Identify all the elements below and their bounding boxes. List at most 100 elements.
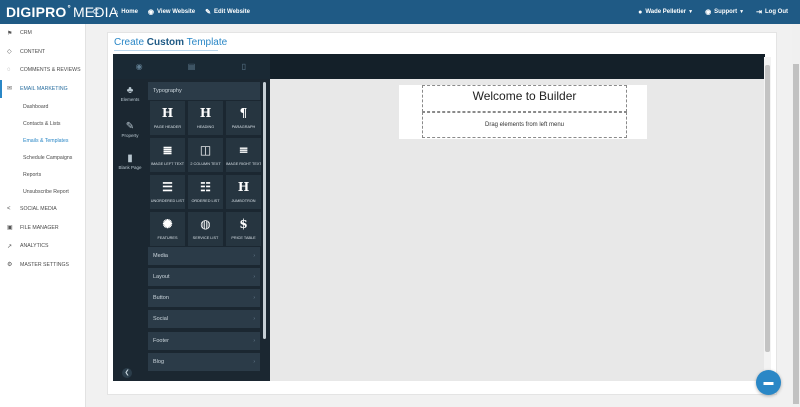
tile-label: ORDERED LIST xyxy=(191,199,220,203)
mobile-view-icon[interactable]: ▯ xyxy=(218,62,270,71)
sidebar-sub-unsubscribe-report[interactable]: Unsubscribe Report xyxy=(0,183,85,200)
sidebar-item-label: MASTER SETTINGS xyxy=(20,261,69,268)
tile-label: UNORDERED LIST xyxy=(150,199,185,203)
chevron-right-icon: › xyxy=(253,359,255,365)
heading-h-icon: H xyxy=(237,180,250,194)
section-label: Typography xyxy=(153,88,182,94)
brand-mark: ° xyxy=(67,4,71,13)
gear-icon: ⚙ xyxy=(7,262,13,269)
tile-heading[interactable]: H HEADING xyxy=(188,101,223,135)
tile-image-left-text[interactable]: ≣ IMAGE LEFT TEXT xyxy=(150,138,185,172)
edit-icon: ✎ xyxy=(205,9,212,16)
sidebar-item-label: FILE MANAGER xyxy=(20,224,59,231)
page-title-bold: Custom xyxy=(146,37,185,48)
chevron-right-icon: › xyxy=(253,274,255,280)
sidebar-sub-contacts-lists[interactable]: Contacts & Lists xyxy=(0,115,85,132)
diamond-icon: ◇ xyxy=(7,49,12,56)
sidebar-sub-reports[interactable]: Reports xyxy=(0,166,85,183)
tile-label: PARAGRAPH xyxy=(231,125,256,129)
tile-image-right-text[interactable]: ≡ IMAGE RIGHT TEXT xyxy=(226,138,261,172)
sidebar-item-file-manager[interactable]: ▣ FILE MANAGER xyxy=(0,219,85,238)
tile-unordered-list[interactable]: ☰ UNORDERED LIST xyxy=(150,175,185,209)
tile-features[interactable]: ✺ FEATURES xyxy=(150,212,185,246)
template-panel: Create Custom Template ◉ ▤ ▯ ♣ Elements … xyxy=(107,32,777,395)
canvas-heading-block[interactable]: Welcome to Builder xyxy=(422,85,627,112)
sidebar-item-analytics[interactable]: ↗ ANALYTICS xyxy=(0,237,85,256)
main-area: Create Custom Template ◉ ▤ ▯ ♣ Elements … xyxy=(90,24,790,407)
chat-icon: ▬ xyxy=(763,377,774,388)
chevron-right-icon: › xyxy=(253,338,255,344)
sidebar-sub-emails-templates[interactable]: Emails & Templates xyxy=(0,132,85,149)
sidebar-item-label: EMAIL MARKETING xyxy=(20,85,68,92)
title-underline xyxy=(114,50,218,51)
chat-button[interactable]: ▬ xyxy=(756,370,781,395)
builder-scrollbar-thumb[interactable] xyxy=(765,65,770,352)
nav-home-link[interactable]: ⌂ Home xyxy=(114,9,138,16)
tile-ordered-list[interactable]: ☷ ORDERED LIST xyxy=(188,175,223,209)
home-icon: ⌂ xyxy=(114,8,119,16)
section-social[interactable]: Social › xyxy=(148,310,260,328)
nav-edit-website-link[interactable]: ✎ Edit Website xyxy=(205,8,250,16)
sidebar-item-social-media[interactable]: < SOCIAL MEDIA xyxy=(0,200,85,219)
email-canvas[interactable]: Welcome to Builder Drag elements from le… xyxy=(399,85,647,139)
page-scrollbar-thumb[interactable] xyxy=(793,64,799,404)
lifebuoy-icon: ◍ xyxy=(200,217,211,231)
heading-h-icon: H xyxy=(161,106,174,120)
elements-list: Typography H PAGE HEADER H HEADING ¶ PARAGR… xyxy=(148,79,262,381)
section-footer[interactable]: Footer › xyxy=(148,332,260,350)
sidebar-item-crm[interactable]: ⚑ CRM xyxy=(0,24,85,43)
support-menu[interactable]: ◉ Support ▼ xyxy=(705,8,744,16)
user-menu[interactable]: ● Wade Pelletier ▼ xyxy=(638,9,693,16)
section-media[interactable]: Media › xyxy=(148,247,260,265)
support-label: Support xyxy=(714,9,738,15)
nav-view-website-label: View Website xyxy=(157,9,196,15)
section-blog[interactable]: Blog › xyxy=(148,353,260,371)
logout-link[interactable]: ⇥ Log Out xyxy=(756,8,788,16)
chevron-right-icon: › xyxy=(253,295,255,301)
sidebar-item-master-settings[interactable]: ⚙ MASTER SETTINGS xyxy=(0,256,85,275)
sidebar-sub-schedule-campaigns[interactable]: Schedule Campaigns xyxy=(0,149,85,166)
section-layout[interactable]: Layout › xyxy=(148,268,260,286)
collapse-panel-icon[interactable]: ❮ xyxy=(122,368,132,378)
rail-property[interactable]: ✎ Property xyxy=(113,121,147,138)
list-ol-icon: ☷ xyxy=(200,180,211,194)
elements-icon: ♣ xyxy=(126,85,134,96)
align-left-icon: ≣ xyxy=(162,143,173,157)
pencil-icon: ✎ xyxy=(125,121,135,132)
collapse-sidebar-icon[interactable]: « xyxy=(92,3,99,18)
rail-label: Property xyxy=(121,133,139,138)
tile-paragraph[interactable]: ¶ PARAGRAPH xyxy=(226,101,261,135)
section-label: Blog xyxy=(153,359,165,365)
sidebar: ⚑ CRM ◇ CONTENT ◌ COMMENTS & REVIEWS ✉ E… xyxy=(0,24,86,407)
tile-price-table[interactable]: $ PRICE TABLE xyxy=(226,212,261,246)
tile-2-column-text[interactable]: ◫ 2 COLUMN TEXT xyxy=(188,138,223,172)
panel-scrollbar[interactable] xyxy=(263,82,266,339)
canvas-drop-zone[interactable]: Drag elements from left menu xyxy=(422,112,627,138)
rail-blank-page[interactable]: ▮ Blank Page xyxy=(113,153,147,170)
sidebar-item-content[interactable]: ◇ CONTENT xyxy=(0,43,85,62)
chevron-down-icon: ▼ xyxy=(688,9,694,15)
nav-view-website-link[interactable]: ◉ View Website xyxy=(148,8,195,16)
page-icon: ▮ xyxy=(127,153,133,164)
rail-label: Blank Page xyxy=(118,165,142,170)
sidebar-item-label: CONTENT xyxy=(20,48,46,55)
section-typography[interactable]: Typography xyxy=(148,82,260,100)
sidebar-sub-dashboard[interactable]: Dashboard xyxy=(0,98,85,115)
save-icon[interactable]: ▤ xyxy=(165,62,217,71)
tile-jumbotron[interactable]: H JUMBOTRON xyxy=(226,175,261,209)
sidebar-item-email-marketing[interactable]: ✉ EMAIL MARKETING xyxy=(0,79,85,98)
logo[interactable]: DIGIPRO° MEDIA « xyxy=(0,0,118,24)
preview-eye-icon[interactable]: ◉ xyxy=(113,62,165,71)
logo-text: DIGIPRO° MEDIA xyxy=(6,4,118,20)
tile-service-list[interactable]: ◍ SERVICE LIST xyxy=(188,212,223,246)
canvas-heading: Welcome to Builder xyxy=(472,89,577,103)
sidebar-item-label: SOCIAL MEDIA xyxy=(20,206,57,213)
rail-elements[interactable]: ♣ Elements xyxy=(113,85,147,102)
tile-page-header[interactable]: H PAGE HEADER xyxy=(150,101,185,135)
section-button[interactable]: Button › xyxy=(148,289,260,307)
sidebar-item-comments-reviews[interactable]: ◌ COMMENTS & REVIEWS xyxy=(0,61,85,80)
sidebar-item-label: COMMENTS & REVIEWS xyxy=(20,67,81,74)
page-title: Create Custom Template xyxy=(114,37,227,48)
support-icon: ◉ xyxy=(705,9,712,16)
section-label: Layout xyxy=(153,274,170,280)
